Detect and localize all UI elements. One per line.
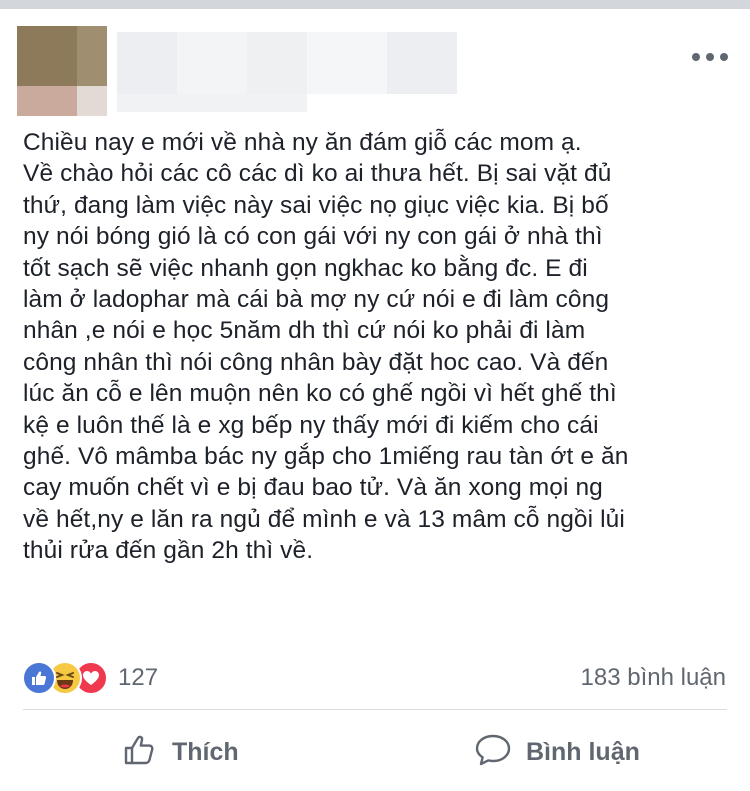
post-text: Chiều nay e mới về nhà ny ăn đám giỗ các… — [23, 129, 629, 565]
comment-label: Bình luận — [526, 737, 640, 766]
post-meta-blurred — [117, 94, 307, 112]
like-label: Thích — [172, 737, 239, 766]
comment-count[interactable]: 183 bình luận — [581, 664, 726, 692]
comment-bubble-icon — [474, 732, 512, 773]
like-button[interactable]: Thích — [122, 727, 239, 777]
post-card: Chiều nay e mới về nhà ny ăn đám giỗ các… — [0, 9, 750, 791]
divider — [23, 709, 727, 710]
reactions-summary[interactable]: 127 — [22, 660, 158, 696]
like-icon — [22, 661, 56, 695]
thumbs-up-icon — [122, 732, 158, 773]
more-options-icon[interactable] — [692, 49, 728, 65]
reaction-count[interactable]: 127 — [118, 664, 158, 692]
top-strip — [0, 0, 750, 9]
author-name-blurred[interactable] — [117, 32, 457, 94]
comment-button[interactable]: Bình luận — [474, 727, 640, 777]
avatar[interactable] — [17, 26, 107, 116]
